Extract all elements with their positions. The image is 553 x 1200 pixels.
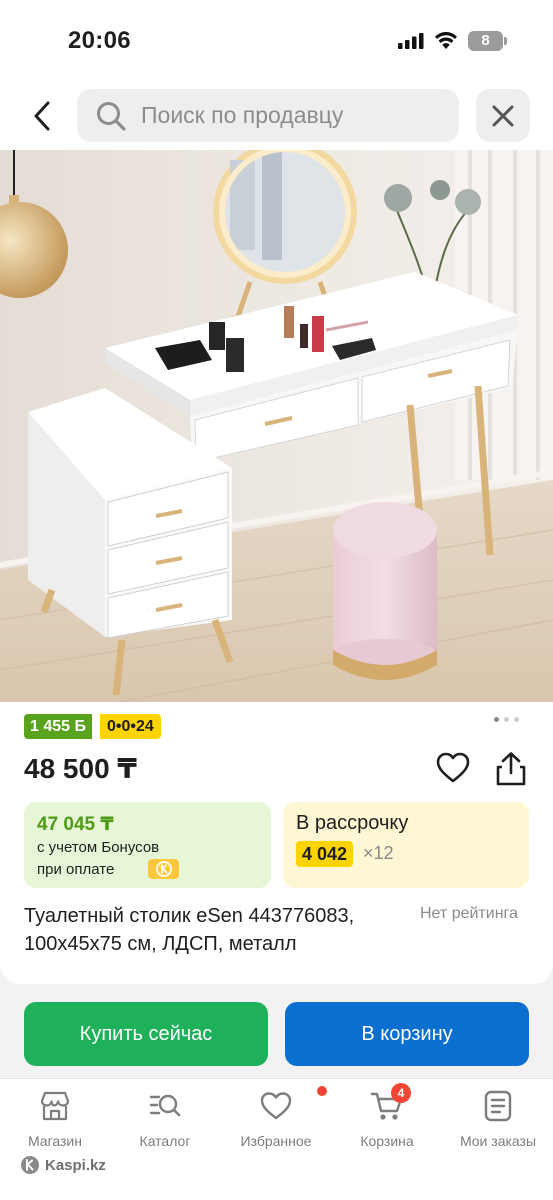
back-button[interactable] <box>22 96 62 136</box>
product-image[interactable] <box>0 150 553 702</box>
header: Поиск по продавцу <box>0 80 553 150</box>
close-button[interactable] <box>476 89 530 142</box>
product-price: 48 500 ₸ <box>24 753 137 784</box>
catalog-icon <box>149 1094 181 1117</box>
nav-item-orders[interactable]: Мои заказы <box>443 1089 553 1149</box>
status-bar: 20:06 8 <box>0 0 553 80</box>
installment-amount: 4 042 <box>296 841 354 867</box>
close-icon <box>492 105 514 126</box>
add-to-cart-button[interactable]: В корзину <box>285 1002 529 1066</box>
gallery-dot <box>514 717 519 722</box>
product-photo <box>0 150 553 702</box>
installment-title: В рассрочку <box>296 812 409 834</box>
wifi-icon <box>435 32 457 49</box>
nav-item-shop[interactable]: Магазин <box>0 1089 110 1149</box>
chevron-left-icon <box>34 101 50 131</box>
search-box[interactable]: Поиск по продавцу <box>77 89 459 142</box>
share-icon[interactable] <box>494 751 528 787</box>
bonus-price: 47 045 ₸ <box>37 814 114 835</box>
status-time: 20:06 <box>68 27 131 54</box>
installment-badge: 0•0•24 <box>100 714 161 739</box>
battery-indicator: 8 <box>468 31 508 51</box>
rating-label[interactable]: Нет рейтинга <box>420 905 518 923</box>
gallery-dot <box>494 717 499 722</box>
notification-dot <box>317 1086 327 1096</box>
nav-label-favorites: Избранное <box>240 1133 312 1149</box>
nav-label-catalog: Каталог <box>139 1133 191 1149</box>
bottom-nav: Магазин Каталог Избранное 4 Корзина Мои … <box>0 1078 553 1200</box>
gallery-dot <box>504 717 509 722</box>
kaspi-logo-icon <box>21 1156 39 1174</box>
brand-logo: Kaspi.kz <box>20 1155 106 1175</box>
gallery-dots <box>494 717 519 722</box>
orders-icon <box>484 1090 512 1122</box>
buy-now-button[interactable]: Купить сейчас <box>24 1002 268 1066</box>
product-info-card: 1 455 Б 0•0•24 48 500 ₸ 47 045 ₸ с учето… <box>0 702 553 984</box>
nav-item-cart[interactable]: 4 Корзина <box>332 1083 442 1149</box>
shop-icon <box>40 1091 70 1121</box>
battery-level: 8 <box>468 31 503 51</box>
cart-count-badge: 4 <box>391 1083 411 1103</box>
bonus-caption-payment: при оплате <box>37 861 115 878</box>
product-title: Туалетный столик eSen 443776083, 100x45x… <box>24 905 355 955</box>
brand-text: Kaspi.kz <box>45 1156 106 1174</box>
search-icon <box>97 101 126 131</box>
kaspi-pay-icon <box>148 859 179 879</box>
installment-months: ×12 <box>363 843 394 863</box>
signal-icon <box>398 33 424 49</box>
cart-icon: 4 <box>370 1083 411 1123</box>
nav-label-shop: Магазин <box>27 1133 82 1149</box>
nav-label-cart: Корзина <box>360 1133 414 1149</box>
nav-item-catalog[interactable]: Каталог <box>110 1089 220 1149</box>
heart-icon[interactable] <box>436 751 470 785</box>
bonus-caption: с учетом Бонусов <box>37 839 160 856</box>
bonus-badge: 1 455 Б <box>24 714 92 739</box>
bonus-price-box[interactable]: 47 045 ₸ с учетом Бонусов при оплате <box>24 802 271 888</box>
search-input[interactable]: Поиск по продавцу <box>141 102 343 129</box>
installment-box[interactable]: В рассрочку 4 042 ×12 <box>283 802 529 888</box>
heart-icon <box>259 1086 327 1123</box>
nav-label-orders: Мои заказы <box>459 1133 537 1149</box>
nav-item-favorites[interactable]: Избранное <box>221 1086 331 1149</box>
